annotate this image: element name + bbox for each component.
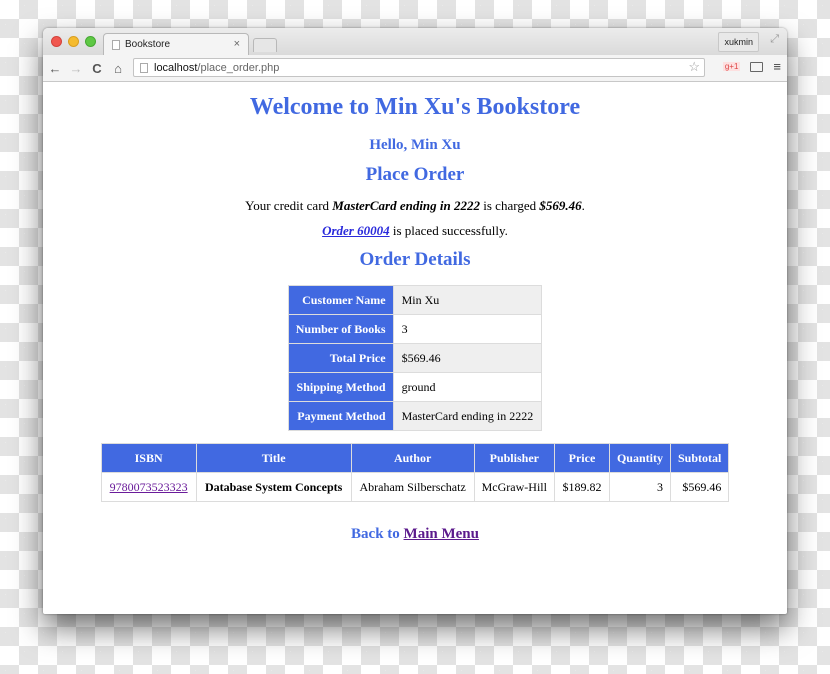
browser-window: Bookstore × xukmin ⤢ ← → C ⌂ localhost /… — [43, 28, 787, 614]
book-publisher: McGraw-Hill — [473, 472, 555, 502]
header-isbn: ISBN — [100, 443, 197, 473]
minimize-window-button[interactable] — [68, 36, 79, 47]
book-author: Abraham Silberschatz — [350, 472, 475, 502]
forward-arrow-icon[interactable]: → — [67, 61, 85, 76]
details-value: 3 — [392, 314, 543, 344]
details-row: Payment Method MasterCard ending in 2222 — [287, 401, 543, 431]
page-title: Welcome to Min Xu's Bookstore — [249, 94, 581, 120]
profile-button[interactable]: xukmin — [718, 32, 759, 52]
header-price: Price — [553, 443, 610, 473]
header-quantity: Quantity — [608, 443, 671, 473]
close-window-button[interactable] — [51, 36, 62, 47]
back-arrow-icon[interactable]: ← — [46, 61, 64, 76]
charge-message: Your credit card MasterCard ending in 22… — [245, 198, 585, 213]
browser-tab[interactable]: Bookstore × — [103, 33, 249, 55]
url-path: /place_order.php — [197, 61, 280, 74]
url-host: localhost — [154, 61, 198, 74]
home-icon[interactable]: ⌂ — [109, 61, 127, 76]
page-icon — [112, 39, 120, 50]
details-title: Order Details — [359, 249, 471, 270]
charge-amount: $569.46 — [539, 198, 582, 213]
details-label: Customer Name — [287, 285, 394, 315]
header-publisher: Publisher — [473, 443, 555, 473]
card-name: MasterCard ending in 2222 — [332, 198, 481, 213]
details-value: $569.46 — [392, 343, 543, 373]
table-header-row: ISBN Title Author Publisher Price Quanti… — [100, 443, 730, 473]
order-details-table: Customer Name Min Xu Number of Books 3 T… — [287, 285, 543, 431]
details-row: Total Price $569.46 — [287, 343, 543, 373]
greeting: Hello, Min Xu — [369, 137, 461, 153]
menu-icon[interactable]: ≡ — [773, 59, 781, 74]
page-content: Welcome to Min Xu's Bookstore Hello, Min… — [43, 94, 787, 543]
details-label: Total Price — [287, 343, 394, 373]
book-price: $189.82 — [553, 472, 610, 502]
header-title: Title — [195, 443, 352, 473]
cast-icon[interactable] — [750, 61, 764, 72]
details-value: MasterCard ending in 2222 — [392, 401, 543, 431]
page-icon — [140, 62, 148, 73]
details-row: Number of Books 3 — [287, 314, 543, 344]
details-value: ground — [392, 372, 543, 402]
new-tab-button[interactable] — [253, 38, 277, 52]
book-subtotal: $569.46 — [669, 472, 730, 502]
browser-toolbar: ← → C ⌂ localhost /place_order.php ☆ g+1… — [43, 55, 787, 82]
tab-close-icon[interactable]: × — [234, 38, 240, 50]
order-message: Order 60004 is placed successfully. — [322, 223, 508, 238]
table-row: 9780073523323 Database System Concepts A… — [100, 472, 730, 502]
order-items-table: ISBN Title Author Publisher Price Quanti… — [100, 443, 730, 502]
header-author: Author — [350, 443, 475, 473]
window-controls — [51, 36, 96, 47]
title-bar: Bookstore × xukmin ⤢ — [43, 28, 787, 55]
bookmark-star-icon[interactable]: ☆ — [688, 59, 700, 75]
details-label: Shipping Method — [287, 372, 394, 402]
details-row: Shipping Method ground — [287, 372, 543, 402]
header-subtotal: Subtotal — [669, 443, 730, 473]
main-menu-link[interactable]: Main Menu — [404, 526, 479, 542]
address-bar[interactable]: localhost /place_order.php ☆ — [133, 58, 705, 77]
details-value: Min Xu — [392, 285, 543, 315]
reload-icon[interactable]: C — [88, 61, 106, 76]
tab-title: Bookstore — [125, 39, 171, 50]
book-quantity: 3 — [608, 472, 671, 502]
section-title: Place Order — [365, 164, 465, 185]
fullscreen-icon[interactable]: ⤢ — [770, 33, 779, 46]
isbn-link[interactable]: 9780073523323 — [110, 480, 188, 494]
google-plus-icon[interactable]: g+1 — [722, 62, 741, 71]
back-to-menu: Back to Main Menu — [351, 526, 479, 542]
details-label: Payment Method — [287, 401, 394, 431]
book-title: Database System Concepts — [195, 472, 352, 502]
maximize-window-button[interactable] — [85, 36, 96, 47]
order-link[interactable]: Order 60004 — [322, 223, 390, 238]
details-label: Number of Books — [287, 314, 394, 344]
details-row: Customer Name Min Xu — [287, 285, 543, 315]
